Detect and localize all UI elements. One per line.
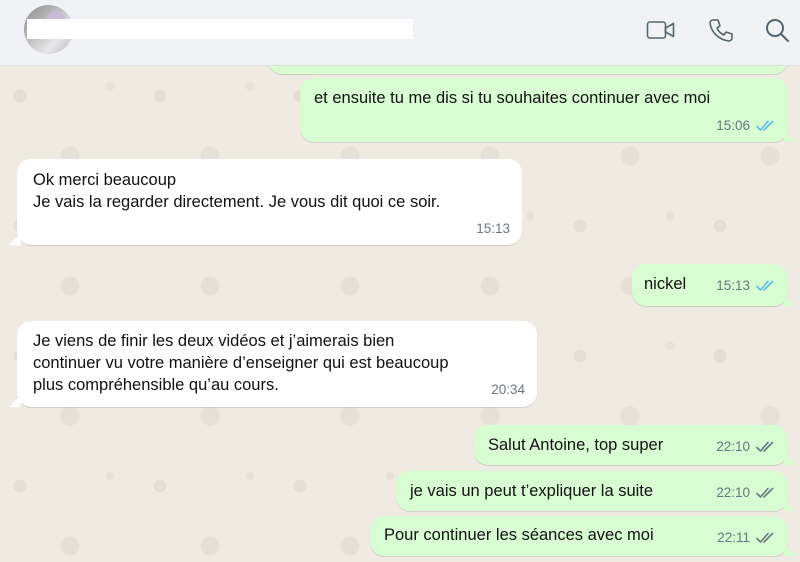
message-time: 15:13 bbox=[476, 221, 510, 236]
message-meta: 15:13 bbox=[476, 221, 510, 237]
contact-name[interactable] bbox=[27, 19, 413, 39]
message-time: 22:11 bbox=[717, 530, 750, 545]
delivered-ticks-icon bbox=[756, 487, 774, 498]
message-time: 15:13 bbox=[716, 278, 750, 293]
message-text: et ensuite tu me dis si tu souhaites con… bbox=[314, 89, 711, 107]
message-meta: 22:10 bbox=[716, 439, 776, 455]
message-bubble-outgoing[interactable]: Salut Antoine, top super 22:10 bbox=[474, 425, 796, 465]
message-text: Ok merci beaucoup Je vais la regarder di… bbox=[33, 171, 441, 211]
message-meta: 22:10 bbox=[716, 485, 776, 501]
message-time: 20:34 bbox=[491, 382, 525, 397]
message-time: 22:10 bbox=[716, 439, 750, 454]
message-bubble-incoming[interactable]: Ok merci beaucoup Je vais la regarder di… bbox=[9, 159, 522, 245]
delivered-ticks-icon bbox=[756, 441, 774, 452]
message-bubble-outgoing[interactable]: Pour continuer les séances avec moi 22:1… bbox=[370, 516, 796, 556]
message-bubble-partial bbox=[268, 66, 788, 74]
video-call-icon[interactable] bbox=[646, 17, 676, 43]
voice-call-icon[interactable] bbox=[706, 17, 736, 43]
chat-header bbox=[0, 0, 800, 66]
message-meta: 15:13 bbox=[716, 278, 776, 294]
read-ticks-icon bbox=[756, 120, 774, 131]
message-bubble-outgoing[interactable]: nickel 15:13 bbox=[632, 264, 796, 306]
chat-area[interactable]: et ensuite tu me dis si tu souhaites con… bbox=[0, 66, 800, 562]
message-time: 22:10 bbox=[716, 485, 750, 500]
message-time: 15:06 bbox=[716, 118, 750, 133]
message-meta: 20:34 bbox=[491, 382, 525, 398]
message-meta: 22:11 bbox=[717, 530, 776, 546]
message-text: Je viens de finir les deux vidéos et j’a… bbox=[33, 332, 449, 394]
search-icon[interactable] bbox=[762, 17, 792, 43]
message-bubble-outgoing[interactable]: et ensuite tu me dis si tu souhaites con… bbox=[300, 78, 796, 142]
read-ticks-icon bbox=[756, 280, 774, 291]
message-bubble-incoming[interactable]: Je viens de finir les deux vidéos et j’a… bbox=[9, 321, 537, 407]
message-meta: 15:06 bbox=[716, 118, 776, 134]
delivered-ticks-icon bbox=[756, 532, 774, 543]
message-bubble-outgoing[interactable]: je vais un peut t’expliquer la suite 22:… bbox=[396, 471, 796, 511]
